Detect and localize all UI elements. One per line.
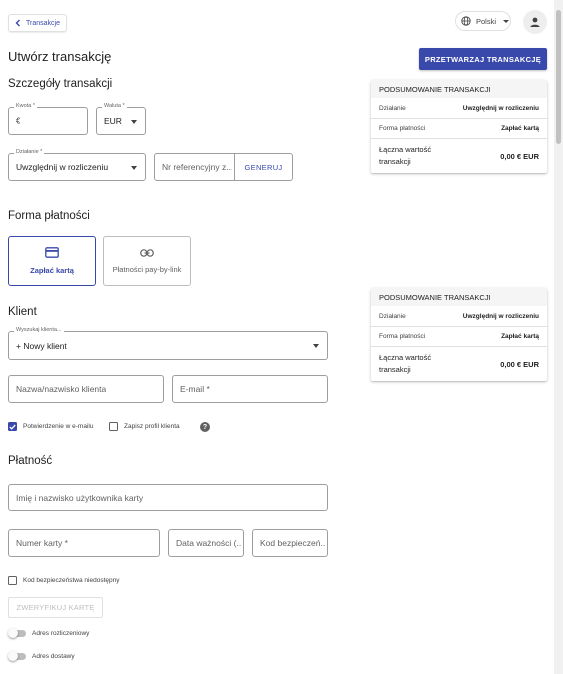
checkbox-unchecked-icon <box>8 576 17 585</box>
transaction-summary-card: PODSUMOWANIE TRANSAKCJI Działanie Uwzglę… <box>371 288 547 381</box>
expiry-date-input[interactable]: Data ważności (... <box>168 529 244 557</box>
details-section-title: Szczegóły transakcji <box>8 78 113 90</box>
billing-address-label: Adres rozliczeniowy <box>32 629 90 637</box>
globe-icon <box>461 16 471 26</box>
security-code-input[interactable]: Kod bezpieczeń... <box>252 529 328 557</box>
summary-total-value: 0,00 € EUR <box>500 359 539 369</box>
card-number-input[interactable]: Numer karty * <box>8 529 160 557</box>
link-icon <box>140 248 154 257</box>
chevron-down-icon <box>131 165 137 170</box>
reference-placeholder: Nr referencyjny z... <box>162 162 232 172</box>
action-value: Uwzględnij w rozliczeniu <box>16 162 109 172</box>
action-label: Działanie * <box>14 149 45 155</box>
chevron-down-icon <box>313 344 319 348</box>
checkbox-checked-icon <box>8 422 17 431</box>
credit-card-icon <box>45 247 59 258</box>
page-title: Utwórz transakcję <box>8 49 112 64</box>
currency-label: Waluta * <box>102 103 127 109</box>
save-profile-label: Zapisz profil klienta <box>124 423 180 430</box>
summary-total-label: Łączna wartość transakcji <box>379 145 432 166</box>
summary-action-label: Działanie <box>379 104 406 112</box>
email-confirmation-label: Potwierdzenie w e-mailu <box>23 423 94 430</box>
payment-section-title: Płatność <box>8 455 53 467</box>
summary-action-label: Działanie <box>379 312 406 320</box>
summary-row-method: Forma płatności Zapłać kartą <box>371 327 547 347</box>
card-number-placeholder: Numer karty * <box>16 538 68 548</box>
summary-title: PODSUMOWANIE TRANSAKCJI <box>371 288 547 306</box>
summary-method-label: Forma płatności <box>379 125 426 132</box>
toggle-switch <box>8 651 26 661</box>
cvv-unavailable-checkbox[interactable]: Kod bezpieczeństwa niedostępny <box>8 576 119 585</box>
summary-row-total: Łączna wartość transakcji 0,00 € EUR <box>371 347 547 381</box>
scrollbar-thumb[interactable] <box>556 10 561 144</box>
action-select[interactable]: Działanie * Uwzględnij w rozliczeniu <box>8 149 146 181</box>
client-section-title: Klient <box>8 306 37 318</box>
chevron-left-icon <box>15 19 20 27</box>
cardholder-name-input[interactable]: Imię i nazwisko użytkownika karty <box>8 484 328 511</box>
save-profile-checkbox[interactable]: Zapisz profil klienta <box>109 422 180 431</box>
billing-address-toggle[interactable]: Adres rozliczeniowy <box>8 628 89 638</box>
client-name-input[interactable]: Nazwa/nazwisko klienta <box>8 375 164 403</box>
generate-button[interactable]: GENERUJ <box>234 154 292 180</box>
client-search-select[interactable]: Wyszukaj klienta... + Nowy klient <box>8 327 328 360</box>
security-code-placeholder: Kod bezpieczeń... <box>260 538 326 548</box>
summary-row-method: Forma płatności Zapłać kartą <box>371 119 547 139</box>
shipping-address-toggle[interactable]: Adres dostawy <box>8 651 75 661</box>
summary-total-label: Łączna wartość transakcji <box>379 353 432 374</box>
amount-field[interactable]: Kwota * € <box>8 103 88 135</box>
language-label: Polski <box>476 16 497 26</box>
summary-row-action: Działanie Uwzględnij w rozliczeniu <box>371 98 547 119</box>
pay-by-card-option[interactable]: Zapłać kartą <box>8 236 96 286</box>
payment-method-title: Forma płatności <box>8 210 90 222</box>
verify-card-button[interactable]: ZWERYFIKUJ KARTĘ <box>8 597 103 618</box>
user-avatar[interactable] <box>523 10 547 34</box>
cardholder-placeholder: Imię i nazwisko użytkownika karty <box>16 492 144 503</box>
summary-method-value: Zapłać kartą <box>501 125 539 132</box>
currency-value: EUR <box>104 116 122 126</box>
summary-row-total: Łączna wartość transakcji 0,00 € EUR <box>371 139 547 173</box>
summary-action-value: Uwzględnij w rozliczeniu <box>462 104 539 112</box>
summary-action-value: Uwzględnij w rozliczeniu <box>462 312 539 320</box>
back-button[interactable]: Transakcje <box>8 14 67 32</box>
reference-input[interactable]: Nr referencyjny z... <box>155 154 234 180</box>
reference-group: Nr referencyjny z... GENERUJ <box>154 153 293 181</box>
summary-total-value: 0,00 € EUR <box>500 151 539 161</box>
shipping-address-label: Adres dostawy <box>32 652 75 660</box>
chevron-down-icon <box>503 19 510 23</box>
euro-prefix: € <box>16 116 21 126</box>
email-input[interactable]: E-mail * <box>172 375 328 403</box>
summary-title: PODSUMOWANIE TRANSAKCJI <box>371 80 547 98</box>
process-transaction-button[interactable]: PRZETWARZAJ TRANSAKCJĘ <box>419 48 547 70</box>
summary-row-action: Działanie Uwzględnij w rozliczeniu <box>371 306 547 327</box>
expiry-placeholder: Data ważności (... <box>176 538 242 548</box>
client-search-value: + Nowy klient <box>16 340 67 351</box>
pay-by-link-option[interactable]: Płatności pay-by-link <box>103 236 191 286</box>
pay-by-card-label: Zapłać kartą <box>30 266 74 275</box>
amount-label: Kwota * <box>14 103 37 109</box>
checkbox-unchecked-icon <box>109 422 118 431</box>
currency-select[interactable]: Waluta * EUR <box>96 103 146 135</box>
back-label: Transakcje <box>26 19 60 27</box>
help-icon[interactable]: ? <box>200 422 210 432</box>
chevron-down-icon <box>131 119 137 124</box>
email-placeholder: E-mail * <box>180 384 210 394</box>
person-icon <box>530 17 540 27</box>
cvv-unavailable-label: Kod bezpieczeństwa niedostępny <box>23 577 120 584</box>
summary-method-label: Forma płatności <box>379 333 426 340</box>
transaction-summary-card: PODSUMOWANIE TRANSAKCJI Działanie Uwzglę… <box>371 80 547 173</box>
language-selector[interactable]: Polski <box>455 11 511 31</box>
summary-method-value: Zapłać kartą <box>501 333 539 340</box>
toggle-switch <box>8 628 26 638</box>
client-search-label: Wyszukaj klienta... <box>14 327 64 333</box>
client-name-placeholder: Nazwa/nazwisko klienta <box>16 384 107 394</box>
pay-by-link-label: Płatności pay-by-link <box>112 264 182 274</box>
email-confirmation-checkbox[interactable]: Potwierdzenie w e-mailu <box>8 422 93 431</box>
